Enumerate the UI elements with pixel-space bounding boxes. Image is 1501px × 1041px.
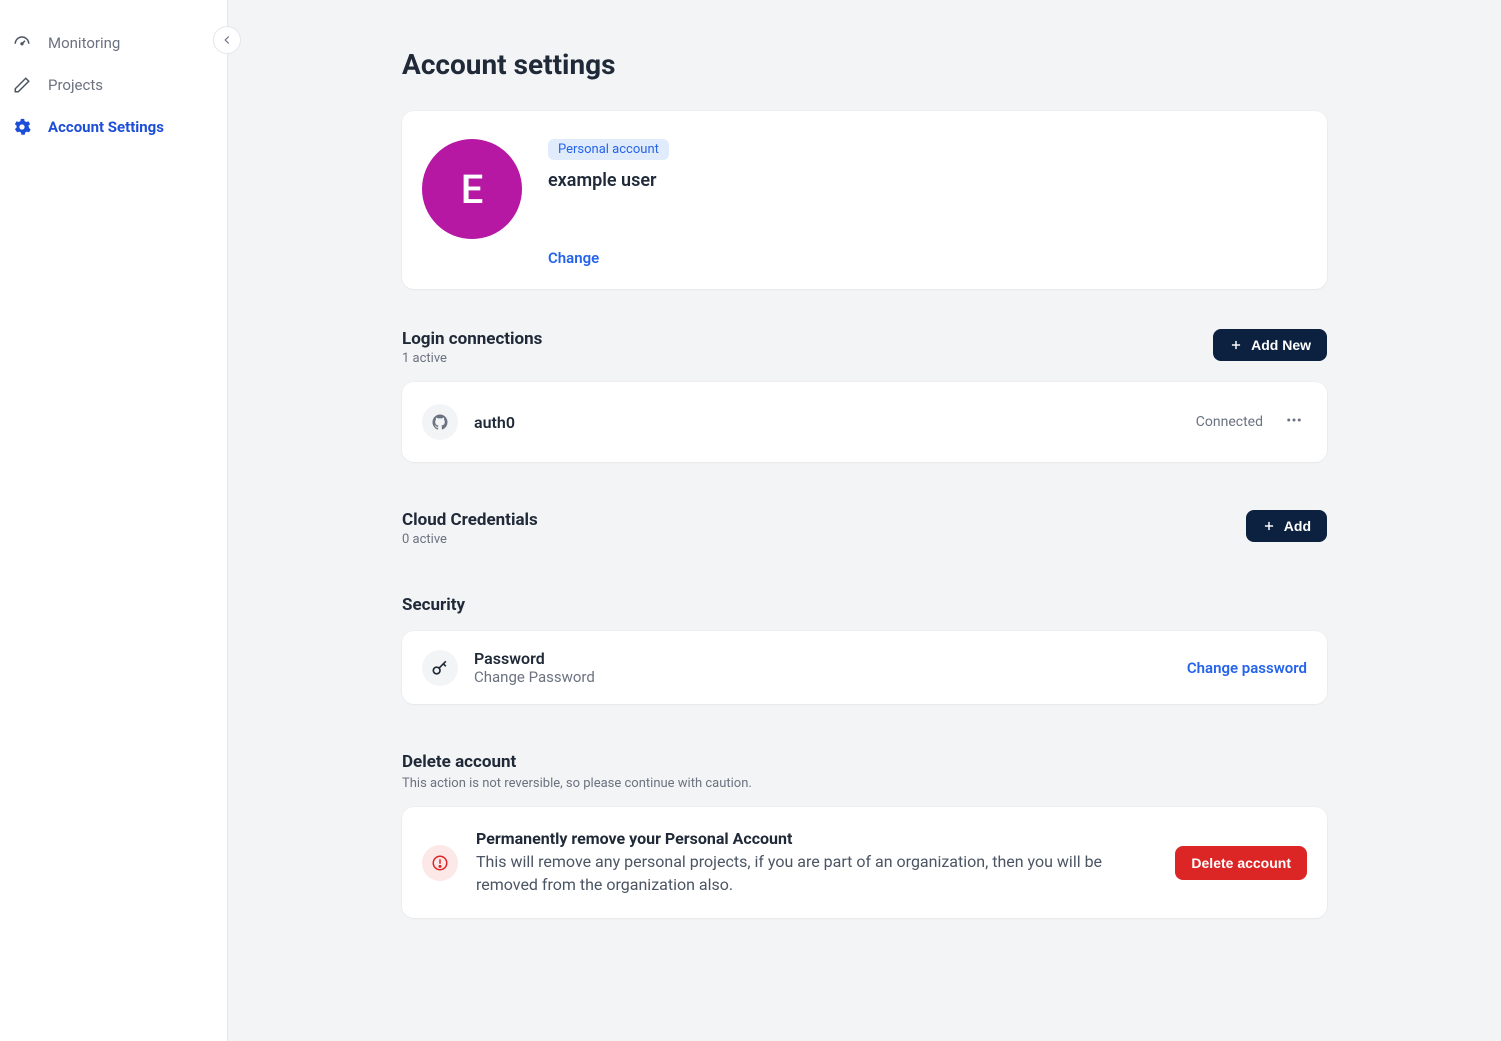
delete-account-section: Delete account This action is not revers… <box>402 752 1327 918</box>
page-title: Account settings <box>402 48 1327 81</box>
section-title: Delete account <box>402 752 1327 772</box>
main-content: Account settings E Personal account exam… <box>228 0 1501 1041</box>
section-subtitle: 1 active <box>402 351 542 366</box>
github-icon <box>422 404 458 440</box>
section-title: Security <box>402 595 465 615</box>
add-credential-button[interactable]: Add <box>1246 510 1327 542</box>
pencil-icon <box>12 76 32 94</box>
plus-icon <box>1229 338 1243 352</box>
change-password-link[interactable]: Change password <box>1187 659 1307 677</box>
delete-warning-title: Permanently remove your Personal Account <box>476 829 1157 848</box>
profile-name: example user <box>548 170 669 191</box>
password-card: Password Change Password Change password <box>402 631 1327 704</box>
key-icon <box>422 650 458 686</box>
section-subtitle: This action is not reversible, so please… <box>402 776 1327 791</box>
plus-icon <box>1262 519 1276 533</box>
section-title: Cloud Credentials <box>402 510 538 530</box>
sidebar-item-label: Monitoring <box>48 34 120 52</box>
sidebar-item-label: Projects <box>48 76 103 94</box>
warning-icon <box>422 845 458 881</box>
connection-status: Connected <box>1196 414 1263 430</box>
button-label: Add New <box>1251 337 1311 353</box>
delete-warning-description: This will remove any personal projects, … <box>476 850 1157 896</box>
gauge-icon <box>12 34 32 52</box>
section-subtitle: 0 active <box>402 532 538 547</box>
sidebar-item-monitoring[interactable]: Monitoring <box>0 24 227 62</box>
connection-name: auth0 <box>474 413 515 432</box>
sidebar-item-label: Account Settings <box>48 118 164 136</box>
connection-menu-trigger[interactable] <box>1281 407 1307 437</box>
login-connections-section: Login connections 1 active Add New auth0 <box>402 329 1327 462</box>
sidebar-item-account-settings[interactable]: Account Settings <box>0 108 227 146</box>
dots-horizontal-icon <box>1285 411 1303 429</box>
password-title: Password <box>474 649 1171 668</box>
sidebar: Monitoring Projects Account Settings <box>0 0 228 1041</box>
login-connection-item: auth0 Connected <box>402 382 1327 462</box>
button-label: Add <box>1284 518 1311 534</box>
profile-card: E Personal account example user Change <box>402 111 1327 289</box>
chevron-left-icon <box>220 33 234 47</box>
avatar: E <box>422 139 522 239</box>
sidebar-collapse-toggle[interactable] <box>213 26 241 54</box>
change-profile-link[interactable]: Change <box>548 249 669 267</box>
security-section: Security Password Change Password Change… <box>402 595 1327 704</box>
section-title: Login connections <box>402 329 542 349</box>
cloud-credentials-section: Cloud Credentials 0 active Add <box>402 510 1327 547</box>
sidebar-item-projects[interactable]: Projects <box>0 66 227 104</box>
password-subtitle: Change Password <box>474 668 1171 686</box>
gear-icon <box>12 118 32 136</box>
delete-account-button[interactable]: Delete account <box>1175 846 1307 880</box>
add-new-connection-button[interactable]: Add New <box>1213 329 1327 361</box>
delete-card: Permanently remove your Personal Account… <box>402 807 1327 918</box>
account-type-badge: Personal account <box>548 139 669 160</box>
